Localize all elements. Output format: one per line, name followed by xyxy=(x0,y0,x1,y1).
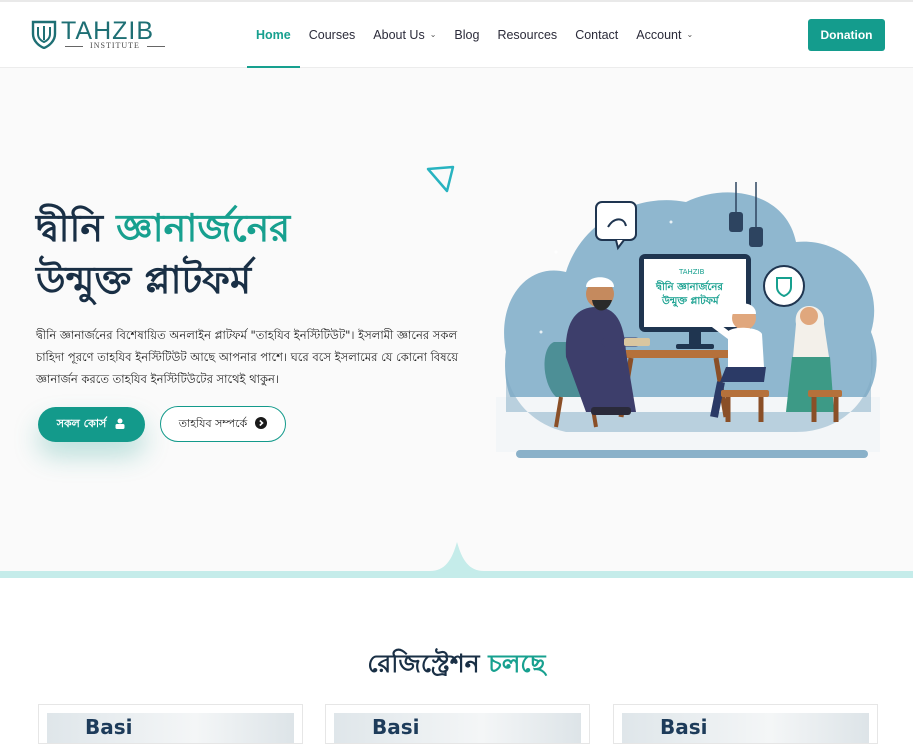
logo[interactable]: TAHZIB INSTITUTE xyxy=(31,16,171,56)
nav-contact[interactable]: Contact xyxy=(566,2,627,67)
nav-about-us[interactable]: About Us ⌄ xyxy=(364,2,445,67)
nav-courses[interactable]: Courses xyxy=(300,2,365,67)
all-courses-button[interactable]: সকল কোর্স xyxy=(38,407,145,442)
hero-illustration: TAHZIB দ্বীনি জ্ঞানার্জনের উন্মুক্ত প্লা… xyxy=(496,182,880,462)
hero-heading: দ্বীনি জ্ঞানার্জনের উন্মুক্ত প্লাটফর্ম xyxy=(36,202,290,306)
site-header: TAHZIB INSTITUTE Home Courses About Us ⌄ … xyxy=(0,2,913,68)
section-divider xyxy=(0,542,913,578)
about-tahzib-label: তাহযিব সম্পর্কে xyxy=(178,416,248,430)
course-card-title: Basi xyxy=(660,715,708,739)
nav-home[interactable]: Home xyxy=(247,2,300,68)
shield-logo-icon xyxy=(31,20,57,49)
svg-text:TAHZIB: TAHZIB xyxy=(678,268,705,276)
course-card-image: Basi xyxy=(47,713,294,743)
brand-subtitle: INSTITUTE xyxy=(65,41,165,50)
registration-title: রেজিস্ট্রেশন xyxy=(367,649,480,678)
hero-title-line2: উন্মুক্ত প্লাটফর্ম xyxy=(36,258,252,302)
course-card-title: Basi xyxy=(372,715,420,739)
triangle-decoration-icon xyxy=(426,165,455,193)
nav-contact-label: Contact xyxy=(575,27,619,42)
about-tahzib-button[interactable]: তাহযিব সম্পর্কে xyxy=(160,406,286,442)
hero-title-accent: জ্ঞানার্জনের xyxy=(116,206,291,250)
course-card[interactable]: Basi xyxy=(325,704,590,744)
course-card[interactable]: Basi xyxy=(613,704,878,744)
nav-blog[interactable]: Blog xyxy=(445,2,488,67)
course-card-title: Basi xyxy=(85,715,133,739)
hero-section: দ্বীনি জ্ঞানার্জনের উন্মুক্ত প্লাটফর্ম দ… xyxy=(0,68,913,573)
nav-account-label: Account xyxy=(636,27,682,42)
registration-title-accent: চলছে xyxy=(488,649,546,678)
course-card-image: Basi xyxy=(622,713,869,743)
users-icon xyxy=(114,418,126,432)
main-nav: Home Courses About Us ⌄ Blog Resources Co… xyxy=(247,2,702,68)
hero-description: দ্বীনি জ্ঞানার্জনের বিশেষায়িত অনলাইন প্… xyxy=(36,328,458,386)
svg-text:দ্বীনি জ্ঞানার্জনের: দ্বীনি জ্ঞানার্জনের xyxy=(655,279,723,293)
registration-heading: রেজিস্ট্রেশন চলছে xyxy=(0,644,913,687)
hero-title-word: দ্বীনি xyxy=(36,206,104,250)
nav-account[interactable]: Account ⌄ xyxy=(627,2,702,67)
donation-button[interactable]: Donation xyxy=(808,19,885,51)
registration-section: রেজিস্ট্রেশন চলছে Basi Basi Basi xyxy=(0,580,913,744)
learning-scene-illustration: TAHZIB দ্বীনি জ্ঞানার্জনের উন্মুক্ত প্লা… xyxy=(496,182,880,458)
chevron-down-icon: ⌄ xyxy=(686,30,694,39)
course-card-image: Basi xyxy=(334,713,581,743)
nav-resources-label: Resources xyxy=(497,27,558,42)
nav-home-label: Home xyxy=(256,27,291,42)
chevron-down-icon: ⌄ xyxy=(429,30,437,39)
nav-courses-label: Courses xyxy=(308,27,356,42)
course-card[interactable]: Basi xyxy=(38,704,303,744)
nav-resources[interactable]: Resources xyxy=(488,2,566,67)
svg-text:উন্মুক্ত প্লাটফর্ম: উন্মুক্ত প্লাটফর্ম xyxy=(661,293,721,308)
nav-blog-label: Blog xyxy=(454,27,480,42)
speech-bubble-logo xyxy=(763,265,805,307)
nav-about-label: About Us xyxy=(373,27,425,42)
arrow-circle-right-icon xyxy=(255,416,268,432)
all-courses-label: সকল কোর্স xyxy=(56,417,107,430)
